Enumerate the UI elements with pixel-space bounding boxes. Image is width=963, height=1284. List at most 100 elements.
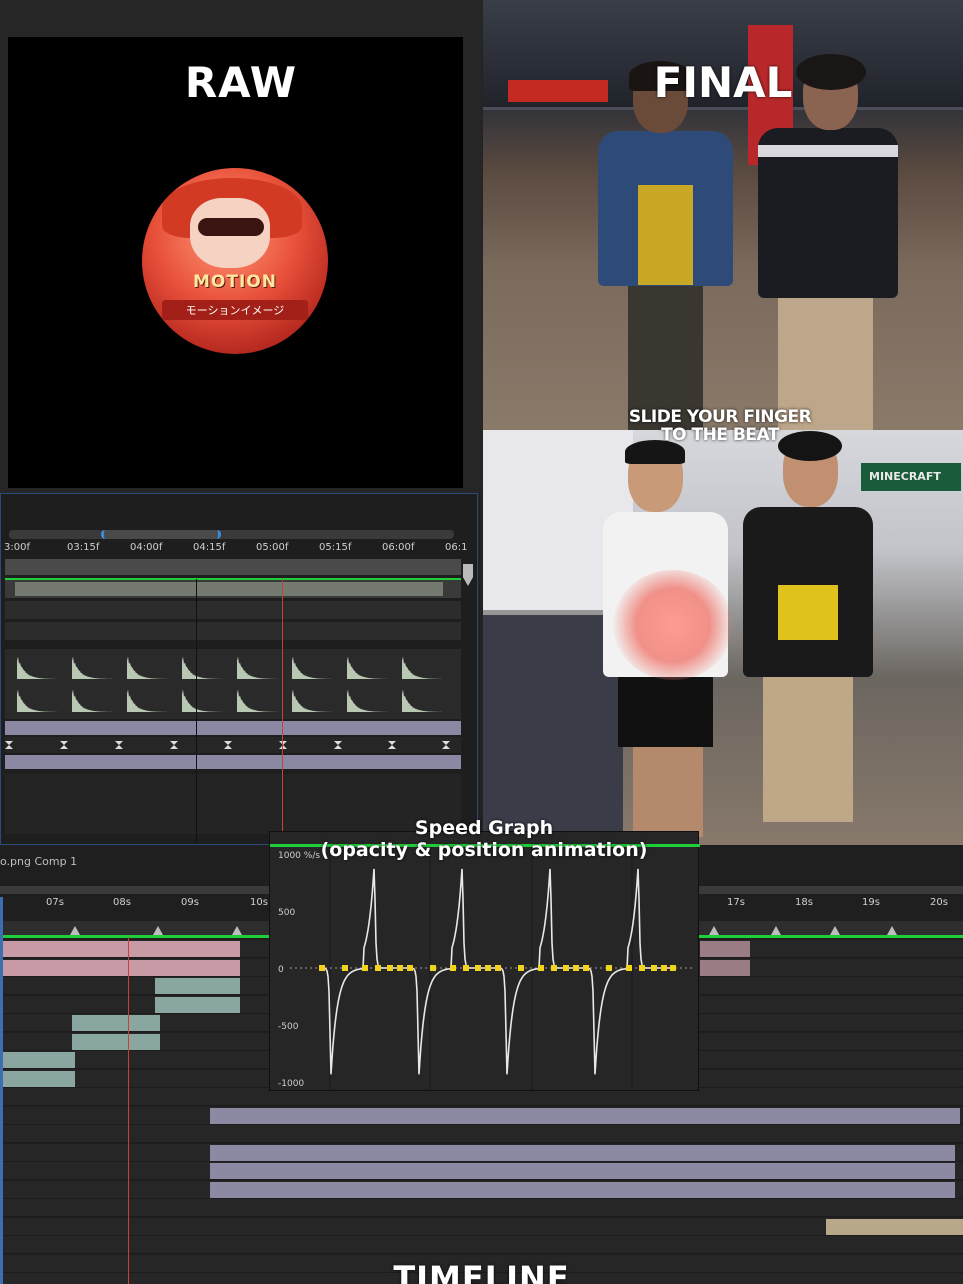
keyframe-point[interactable] [670,965,676,971]
playhead[interactable] [282,579,283,844]
layer-row[interactable] [0,1217,963,1236]
keyframe-point[interactable] [573,965,579,971]
keyframe-point[interactable] [626,965,632,971]
layer-row[interactable] [0,1199,963,1217]
person-black-jacket [738,431,878,835]
layer-row[interactable] [0,1143,963,1162]
keyframe-point[interactable] [639,965,645,971]
ruler-tick-label: 18s [795,897,813,908]
blurred-logo-motion [613,570,733,680]
speed-curve[interactable] [320,868,672,1075]
keyframe-point[interactable] [583,965,589,971]
keyframe-point[interactable] [450,965,456,971]
zoom-scroll-thumb[interactable] [101,530,221,539]
y-tick-label: 0 [278,965,284,975]
layer-bar[interactable] [826,1218,963,1235]
speed-graph[interactable]: 1000 %/s5000-500-1000 [270,832,700,1092]
ruler-tick-label: 10s [250,897,268,908]
layer-bar[interactable] [0,959,240,976]
slide-caption-line1: SLIDE YOUR FINGER [628,407,812,427]
layer-bar[interactable] [155,978,240,994]
waveform-burst [17,656,57,679]
keyframe-point[interactable] [485,965,491,971]
layer-bar[interactable] [210,1107,960,1124]
track-row [5,622,461,640]
keyframe-point[interactable] [551,965,557,971]
ruler-tick-label: 05:15f [319,542,352,553]
ruler-tick-label: 08s [113,897,131,908]
keyframe-point[interactable] [387,965,393,971]
layer-bar[interactable] [700,959,750,976]
work-area-bar[interactable] [5,559,461,575]
transition-hourglass-icon[interactable] [170,741,178,749]
layer-bar[interactable] [0,1070,75,1087]
time-ruler[interactable]: 3:00f 03:15f 04:00f 04:15f 05:00f 05:15f 06:00… [1,542,467,558]
layer-bar[interactable] [72,1015,160,1031]
speed-graph-panel[interactable]: 1000 %/s 500 0 -500 -1000 [269,831,700,1092]
layer-row[interactable] [0,1125,963,1143]
keyframe-point[interactable] [407,965,413,971]
layer-row[interactable] [0,1162,963,1180]
timeline-zoom-scrollbar[interactable] [9,530,454,539]
keyframe-point[interactable] [319,965,325,971]
layer-row[interactable] [0,1106,963,1125]
keyframe-point[interactable] [563,965,569,971]
waveform-burst [17,689,57,712]
keyframe-point[interactable] [518,965,524,971]
transition-hourglass-icon[interactable] [388,741,396,749]
playhead[interactable] [128,937,129,1284]
keyframe-point[interactable] [651,965,657,971]
slide-caption-line2: TO THE BEAT [661,425,779,445]
layer-row[interactable] [0,1180,963,1199]
transition-hourglass-icon[interactable] [115,741,123,749]
final-caption: FINAL [653,58,793,107]
keyframe-point[interactable] [495,965,501,971]
keyframe-marker-icon[interactable] [153,926,163,935]
layer-bar[interactable] [700,941,750,957]
keyframe-point[interactable] [475,965,481,971]
keyframe-marker-icon[interactable] [232,926,242,935]
ruler-tick-label: 04:15f [193,542,226,553]
timeline-edge [0,897,3,1284]
video-clip[interactable] [15,582,443,596]
adjustment-clip[interactable] [5,755,461,769]
transition-hourglass-icon[interactable] [5,741,13,749]
transition-row [5,737,461,753]
keyframe-marker-icon[interactable] [887,926,897,935]
transition-hourglass-icon[interactable] [279,741,287,749]
ruler-tick-label: 04:00f [130,542,163,553]
layer-bar[interactable] [210,1181,955,1198]
transition-hourglass-icon[interactable] [442,741,450,749]
layer-bar[interactable] [72,1033,160,1050]
keyframe-marker-icon[interactable] [830,926,840,935]
layer-bar[interactable] [0,941,240,957]
keyframe-point[interactable] [430,965,436,971]
keyframe-point[interactable] [362,965,368,971]
comp-tab[interactable]: o.png Comp 1 [0,855,77,868]
layer-bar[interactable] [210,1144,955,1161]
keyframe-point[interactable] [661,965,667,971]
adjustment-clip[interactable] [5,721,461,735]
transition-hourglass-icon[interactable] [224,741,232,749]
keyframe-point[interactable] [606,965,612,971]
marker-icon[interactable] [463,564,473,586]
keyframe-point[interactable] [538,965,544,971]
keyframe-point[interactable] [375,965,381,971]
layer-row[interactable] [0,1236,963,1254]
layer-bar[interactable] [210,1163,955,1179]
person-glasses [748,54,908,430]
layer-bar[interactable] [155,996,240,1013]
keyframe-marker-icon[interactable] [771,926,781,935]
waveform-burst [402,689,442,712]
transition-hourglass-icon[interactable] [334,741,342,749]
audio-clip[interactable] [5,649,461,719]
keyframe-point[interactable] [342,965,348,971]
speed-graph-title: Speed Graph [414,817,554,839]
keyframe-marker-icon[interactable] [709,926,719,935]
keyframe-marker-icon[interactable] [70,926,80,935]
transition-hourglass-icon[interactable] [60,741,68,749]
keyframe-point[interactable] [397,965,403,971]
keyframe-point[interactable] [463,965,469,971]
premiere-timeline[interactable]: 3:00f 03:15f 04:00f 04:15f 05:00f 05:15f 06:00… [0,493,478,845]
layer-bar[interactable] [0,1052,75,1068]
